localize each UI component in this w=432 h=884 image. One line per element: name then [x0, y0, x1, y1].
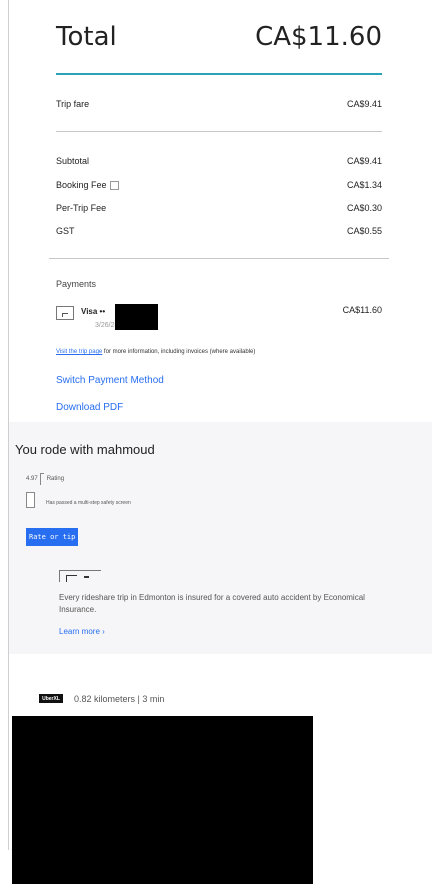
vehicle-type-badge: UberXL: [39, 694, 63, 703]
payments-title: Payments: [56, 279, 97, 289]
insurance-text: Every rideshare trip in Edmonton is insu…: [59, 593, 365, 614]
trip-page-note: Visit the trip page for more information…: [56, 349, 255, 355]
gst-row: GST CA$0.55: [56, 226, 382, 236]
trip-fare-amount: CA$9.41: [346, 99, 382, 109]
total-label: Total: [56, 22, 117, 52]
booking-fee-row: Booking Fee CA$1.34: [56, 180, 382, 190]
trip-fare-label: Trip fare: [56, 99, 90, 109]
booking-fee-label: Booking Fee: [56, 180, 107, 190]
per-trip-fee-row: Per-Trip Fee CA$0.30: [56, 203, 382, 213]
download-pdf-link[interactable]: Download PDF: [56, 402, 123, 413]
redacted-map: [12, 716, 313, 884]
switch-payment-link[interactable]: Switch Payment Method: [56, 375, 164, 386]
per-trip-fee-label: Per-Trip Fee: [56, 203, 107, 213]
fare-divider: [56, 131, 382, 132]
total-amount: CA$11.60: [255, 22, 382, 52]
rate-or-tip-button[interactable]: Rate or tip: [26, 528, 78, 546]
info-icon[interactable]: [109, 180, 119, 190]
rating-row: 4.97 Rating: [26, 473, 64, 485]
card-label: Visa ••: [81, 307, 106, 316]
safety-screen-text: Has passed a multi-step safety screen: [46, 500, 131, 506]
booking-fee-label-group: Booking Fee: [56, 180, 119, 190]
subtotal-label: Subtotal: [56, 156, 90, 166]
rating-label: Rating: [46, 476, 65, 482]
credit-card-icon: [56, 306, 74, 320]
trip-distance-time: 0.82 kilometers | 3 min: [74, 694, 165, 704]
payment-amount: CA$11.60: [342, 305, 382, 315]
gst-amount: CA$0.55: [346, 226, 382, 236]
insurance-icon: [59, 570, 101, 582]
per-trip-fee-amount: CA$0.30: [346, 203, 382, 213]
rating-value: 4.97: [26, 476, 38, 482]
gst-label: GST: [56, 226, 75, 236]
fees-divider: [49, 258, 389, 259]
rode-with-title: You rode with mahmoud: [15, 442, 155, 457]
booking-fee-amount: CA$1.34: [346, 180, 382, 190]
total-row: Total CA$11.60: [56, 22, 382, 52]
star-icon: [39, 473, 44, 485]
total-divider: [56, 73, 382, 75]
redacted-card-number: [115, 304, 158, 330]
learn-more-link[interactable]: Learn more ›: [59, 627, 105, 636]
trip-fare-row: Trip fare CA$9.41: [56, 99, 382, 109]
trip-page-note-text: for more information, including invoices…: [102, 349, 256, 355]
shield-icon: [26, 492, 35, 508]
trip-page-link[interactable]: Visit the trip page: [56, 349, 102, 355]
subtotal-row: Subtotal CA$9.41: [56, 156, 382, 166]
subtotal-amount: CA$9.41: [346, 156, 382, 166]
